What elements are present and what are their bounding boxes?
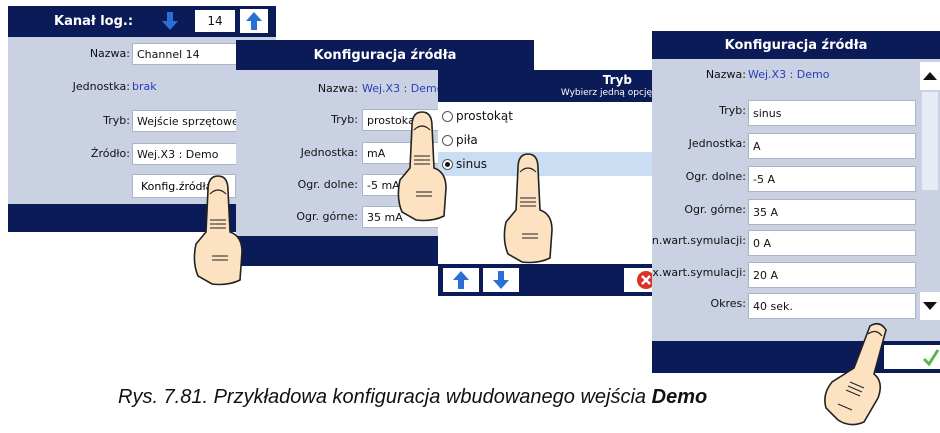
field-row-upper-limit: Ogr. górne: 35 A <box>652 197 940 225</box>
sim-max-field[interactable]: 20 A <box>748 262 916 288</box>
field-label: Okres: <box>710 297 746 310</box>
field-label: Tryb: <box>331 113 358 126</box>
channel-header: Kanał log.: 14 <box>8 6 276 37</box>
field-row-sim-max: Max.wart.symulacji: 20 A <box>652 260 940 288</box>
field-row-name: Nazwa: Wej.X3 : Demo <box>652 62 940 88</box>
field-row-period: Okres: 40 sek. <box>652 291 940 319</box>
period-field[interactable]: 40 sek. <box>748 293 916 319</box>
option-label: prostokąt <box>456 109 513 123</box>
sim-min-field[interactable]: 0 A <box>748 230 916 256</box>
scrollbar[interactable] <box>920 62 940 320</box>
triangle-up-icon <box>923 72 937 80</box>
scroll-up-button[interactable] <box>920 62 940 90</box>
lower-limit-field[interactable]: -5 A <box>748 166 916 192</box>
field-label: Źródło: <box>90 147 130 160</box>
scroll-down-button[interactable] <box>920 292 940 320</box>
channel-down-button[interactable] <box>156 9 184 33</box>
field-label: Nazwa: <box>705 68 746 81</box>
field-row-unit: Jednostka: A <box>652 131 940 159</box>
field-label: Ogr. dolne: <box>685 170 746 183</box>
screen2-title: Konfiguracja źródła <box>236 40 534 70</box>
upper-limit-field[interactable]: 35 A <box>748 199 916 225</box>
pointing-finger-icon <box>503 153 553 264</box>
dialog-subtitle: Wybierz jedną opcję <box>560 88 652 98</box>
pointing-finger-icon <box>193 175 243 286</box>
dialog-header: Tryb Wybierz jedną opcję <box>438 70 658 102</box>
field-label: Jednostka: <box>688 137 746 150</box>
dialog-up-button[interactable] <box>443 268 479 292</box>
field-label: Ogr. górne: <box>296 210 358 223</box>
field-label: Nazwa: <box>317 82 358 95</box>
dialog-down-button[interactable] <box>483 268 519 292</box>
dialog-footer <box>438 264 658 296</box>
field-label: Tryb: <box>103 114 130 127</box>
field-label: Jednostka: <box>72 80 130 93</box>
pointing-finger-icon <box>824 322 887 426</box>
dialog-title: Tryb <box>602 73 632 87</box>
screen3-title: Konfiguracja źródła <box>652 31 940 59</box>
field-row-mode: Tryb: sinus <box>652 98 940 126</box>
caption-text: Rys. 7.81. Przykładowa konfiguracja wbud… <box>118 386 647 408</box>
field-label: Ogr. dolne: <box>297 178 358 191</box>
unit-field[interactable]: A <box>748 133 916 159</box>
field-label: Nazwa: <box>89 47 130 60</box>
option-saw[interactable]: piła <box>438 128 658 152</box>
field-label: Jednostka: <box>300 146 358 159</box>
scroll-thumb[interactable] <box>922 92 938 190</box>
channel-number-field[interactable]: 14 <box>195 10 235 32</box>
source-name-value[interactable]: Wej.X3 : Demo <box>748 64 868 86</box>
arrow-up-icon <box>453 271 469 289</box>
caption-bold: Demo <box>651 386 708 408</box>
option-label: piła <box>456 133 478 147</box>
arrow-up-icon <box>246 12 262 30</box>
option-label: sinus <box>456 157 488 171</box>
field-row-sim-min: Min.wart.symulacji: 0 A <box>652 228 940 256</box>
field-label: Tryb: <box>719 104 746 117</box>
mode-field[interactable]: sinus <box>748 100 916 126</box>
option-rectangle[interactable]: prostokąt <box>438 104 658 128</box>
pointing-finger-icon <box>397 111 447 222</box>
field-label: Min.wart.symulacji: <box>652 234 746 247</box>
field-label: Max.wart.symulacji: <box>652 266 746 279</box>
arrow-down-icon <box>162 12 178 30</box>
field-label: Ogr. górne: <box>684 203 746 216</box>
channel-header-label: Kanał log.: <box>54 14 134 29</box>
arrow-down-icon <box>493 271 509 289</box>
field-row-lower-limit: Ogr. dolne: -5 A <box>652 164 940 192</box>
triangle-down-icon <box>923 302 937 310</box>
channel-up-button[interactable] <box>240 9 268 33</box>
figure-caption: Rys. 7.81. Przykładowa konfiguracja wbud… <box>118 386 707 409</box>
